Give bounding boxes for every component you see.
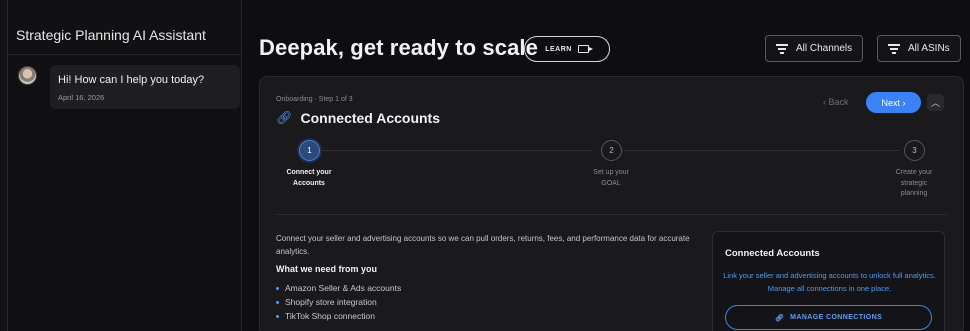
link-icon: 🔗︎ [276,110,293,125]
filter-icon [776,44,788,54]
learn-button[interactable]: LEARN [524,36,610,62]
all-channels-label: All Channels [796,43,853,54]
card-divider [276,214,947,215]
needs-heading: What we need from you [276,264,378,274]
chat-item-date: April 16, 2026 [58,93,105,102]
left-rail [0,0,8,331]
sidebar: Strategic Planning AI Assistant Hi! How … [8,0,242,331]
connected-accounts-panel: Connected Accounts Link your seller and … [712,231,945,331]
all-asins-filter-button[interactable]: All ASINs [877,35,961,62]
all-asins-label: All ASINs [908,43,950,54]
filter-icon [888,44,900,54]
list-item: Shopify store integration [276,295,401,309]
bullet-icon [276,300,279,304]
avatar [18,66,37,85]
panel-description: Link your seller and advertising account… [723,271,936,293]
step-1-indicator[interactable]: 1 [299,140,320,161]
chat-item-title: Hi! How can I help you today? [58,74,205,86]
onboarding-card: Onboarding · Step 1 of 3 🔗︎ Connected Ac… [259,76,964,331]
list-item: TikTok Shop connection [276,309,401,323]
step-2-label: Set up your GOAL [593,169,629,187]
panel-title: Connected Accounts [725,248,820,259]
bullet-icon [276,286,279,290]
list-item: Amazon Seller & Ads accounts [276,281,401,295]
sidebar-divider [8,54,242,55]
step-3-label: Create your strategic planning [895,169,933,197]
manage-connections-label: MANAGE CONNECTIONS [790,314,883,321]
sidebar-title: Strategic Planning AI Assistant [16,27,206,43]
collapse-button[interactable]: ︿ [927,94,944,111]
stepper-connector [320,150,592,151]
step-2-indicator[interactable]: 2 [601,140,622,161]
chevron-up-icon: ︿ [930,98,940,108]
onboarding-step-label: Onboarding · Step 1 of 3 [276,96,353,103]
back-button[interactable]: ‹ Back [823,97,849,107]
step-1-label: Connect your Accounts [286,169,332,187]
next-button[interactable]: Next › [866,92,921,113]
card-title: 🔗︎ Connected Accounts [276,110,440,126]
onboarding-intro-text: Connect your seller and advertising acco… [276,234,690,256]
video-icon [577,45,593,53]
card-title-text: Connected Accounts [300,110,441,126]
manage-connections-button[interactable]: 🔗︎ MANAGE CONNECTIONS [725,305,932,330]
chat-list-item[interactable]: Hi! How can I help you today? April 16, … [50,65,240,109]
main-content: Deepak, get ready to scale LEARN All Cha… [243,0,970,331]
link-icon: 🔗︎ [774,314,785,322]
needs-list: Amazon Seller & Ads accounts Shopify sto… [276,281,401,323]
bullet-icon [276,314,279,318]
learn-label: LEARN [545,45,572,53]
stepper-connector [622,150,899,151]
step-3-indicator[interactable]: 3 [904,140,925,161]
page-title: Deepak, get ready to scale [259,35,538,60]
all-channels-filter-button[interactable]: All Channels [765,35,864,62]
